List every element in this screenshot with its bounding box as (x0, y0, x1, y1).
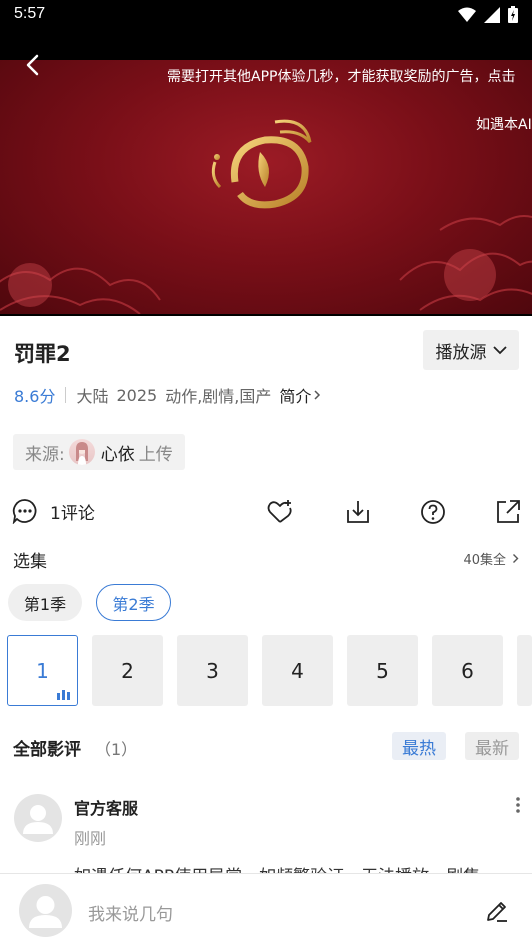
episode-1[interactable]: 1 (7, 635, 78, 706)
year: 2025 (116, 385, 158, 405)
review-item: 官方客服 刚刚 如遇任何APP使用异常，如频繁验证，无法播放，剧集 (14, 794, 522, 874)
intro-link[interactable]: 简介 (279, 383, 321, 407)
intro-label: 简介 (279, 387, 312, 406)
reviews-header: 全部影评 （1） 最热 最新 (13, 732, 519, 760)
episodes-header: 选集 40集全 (13, 547, 519, 572)
reviewer-name: 官方客服 (74, 799, 139, 818)
title-row: 罚罪2 播放源 (0, 330, 532, 372)
reviews-count: （1） (95, 740, 138, 759)
review-time: 刚刚 (74, 829, 107, 848)
more-vertical-icon[interactable] (514, 796, 522, 814)
episode-4[interactable]: 4 (262, 635, 333, 706)
sort-hot-button[interactable]: 最热 (392, 732, 446, 760)
video-player[interactable]: 需要打开其他APP体验几秒，才能获取奖励的广告，点击 如遇本AI (0, 30, 532, 316)
comment-composer: 我来说几句 (0, 873, 532, 947)
ad-marquee-line2: 如遇本AI (476, 117, 532, 133)
episodes-label: 选集 (13, 552, 47, 572)
status-bar: 5:57 (0, 0, 532, 30)
episode-number: 5 (376, 658, 389, 683)
episode-number: 2 (121, 658, 134, 683)
season-tab-1[interactable]: 第1季 (8, 584, 82, 621)
uploader-prefix: 来源: (25, 444, 65, 465)
play-source-label: 播放源 (435, 342, 487, 363)
my-avatar (19, 884, 72, 937)
status-icons (458, 6, 518, 23)
comment-bubble-icon (12, 499, 37, 524)
share-icon[interactable] (494, 498, 522, 526)
uploader-avatar (68, 439, 95, 465)
score: 8.6分 (14, 387, 56, 406)
back-arrow-icon[interactable] (18, 50, 48, 80)
episode-5[interactable]: 5 (347, 635, 418, 706)
reviewer-avatar[interactable] (14, 794, 62, 842)
episode-number: 6 (461, 658, 474, 683)
region: 大陆 (76, 387, 109, 406)
season-tab-2[interactable]: 第2季 (96, 584, 171, 621)
episode-number: 4 (291, 658, 304, 683)
uploader-badge[interactable]: 来源: 心依 上传 (13, 434, 185, 470)
episode-3[interactable]: 3 (177, 635, 248, 706)
sort-new-button[interactable]: 最新 (465, 732, 519, 760)
episode-number: 1 (36, 658, 49, 683)
action-row: 1评论 (0, 494, 532, 528)
ad-marquee-line1: 需要打开其他APP体验几秒，才能获取奖励的广告，点击 (167, 69, 516, 85)
episode-2[interactable]: 2 (92, 635, 163, 706)
battery-icon (508, 6, 518, 23)
video-poster: 需要打开其他APP体验几秒，才能获取奖励的广告，点击 如遇本AI (0, 60, 532, 314)
drama-title: 罚罪2 (14, 342, 71, 366)
download-icon[interactable] (344, 498, 372, 526)
episode-6[interactable]: 6 (432, 635, 503, 706)
divider (65, 387, 67, 403)
genres: 动作,剧情,国产 (165, 387, 272, 406)
signal-icon (484, 6, 500, 23)
default-user-icon (23, 805, 53, 834)
favorite-add-icon[interactable] (266, 498, 294, 526)
uploader-name: 心依 (100, 444, 135, 465)
wifi-icon (458, 7, 476, 22)
episode-7-partial[interactable] (517, 635, 532, 706)
all-episodes-label: 40集全 (463, 553, 506, 568)
meta-row: 8.6分 大陆 2025 动作,剧情,国产 简介 (14, 384, 321, 406)
chevron-right-icon (513, 554, 519, 563)
uploader-suffix: 上传 (138, 444, 173, 465)
comment-button[interactable]: 1评论 (12, 498, 95, 524)
comment-input[interactable]: 我来说几句 (88, 900, 173, 925)
reviews-label: 全部影评 (13, 740, 81, 760)
chevron-down-icon (492, 346, 507, 355)
comment-count: 1评论 (50, 503, 95, 524)
episode-number: 3 (206, 658, 219, 683)
edit-pen-icon[interactable] (484, 898, 510, 924)
playing-indicator-icon (57, 690, 70, 700)
default-user-icon (29, 896, 62, 928)
play-source-button[interactable]: 播放源 (423, 330, 519, 370)
help-icon[interactable] (419, 498, 447, 526)
chevron-right-icon (314, 390, 321, 400)
phoenix-logo-icon (211, 119, 312, 209)
all-episodes-link[interactable]: 40集全 (463, 549, 519, 568)
status-time: 5:57 (14, 5, 46, 22)
